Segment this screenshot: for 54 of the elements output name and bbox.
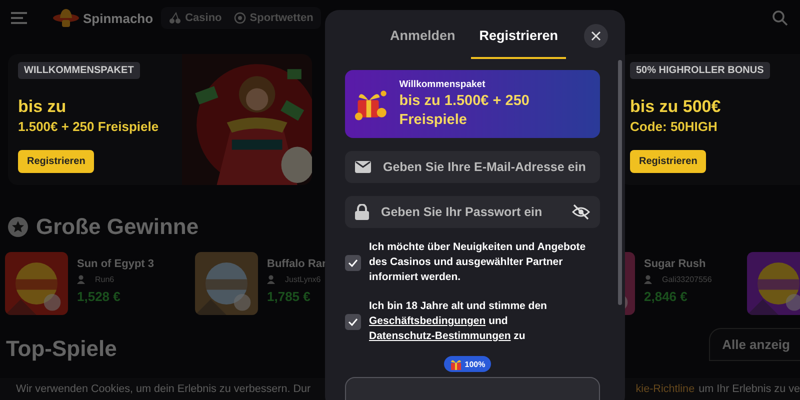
- section-heading: Top-Spiele: [6, 336, 117, 362]
- game-title: Buffalo Rar: [267, 258, 326, 270]
- text-input[interactable]: Geben Sie Ihr Passwort ein: [381, 205, 560, 219]
- checkmark-icon: [348, 318, 358, 326]
- menu-icon[interactable]: [11, 12, 27, 24]
- checkbox[interactable]: [345, 254, 361, 270]
- terms-link[interactable]: Geschäftsbedingungen: [369, 315, 486, 327]
- game-title: Sun of Egypt 3: [77, 258, 154, 270]
- tab[interactable]: Anmelden: [382, 24, 464, 59]
- terms-link[interactable]: Datenschutz-Bestimmungen: [369, 330, 511, 342]
- game-title: Sugar Rush: [644, 258, 707, 270]
- cookie-text: Wir verwenden Cookies, um dein Erlebnis zu verbessern. Dur: [16, 383, 311, 395]
- cherries-icon: [169, 12, 182, 24]
- search-icon[interactable]: [772, 10, 788, 26]
- player-name: Run6: [95, 275, 114, 284]
- scrollbar[interactable]: [618, 60, 622, 305]
- eye-slash-icon[interactable]: [572, 204, 590, 220]
- banner-label: Willkommenspaket: [399, 78, 486, 90]
- promo-title: bis zu 500€: [630, 97, 721, 117]
- close-icon: [591, 31, 601, 41]
- promo-badge: 50% HIGHROLLER BONUS: [630, 62, 770, 79]
- input-field[interactable]: Geben Sie Ihre E-Mail-Adresse ein: [345, 151, 600, 183]
- gift-icon: [450, 358, 462, 370]
- register-button[interactable]: Registrieren: [18, 150, 94, 173]
- user-icon: [267, 275, 275, 284]
- consent-text: Ich möchte über Neuigkeiten und Angebote des Casinos und ausgewählter Partner informiert werden.: [369, 240, 587, 285]
- register-button[interactable]: Registrieren: [630, 150, 706, 173]
- checkbox[interactable]: [345, 314, 361, 330]
- sombrero-icon: [53, 8, 79, 28]
- user-icon: [644, 275, 652, 284]
- progress-badge: 100%: [444, 356, 492, 372]
- lock-icon: [355, 204, 369, 220]
- input-field[interactable]: Geben Sie Ihr Passwort ein: [345, 196, 600, 228]
- cookie-text: um Ihr Erlebnis zu ve: [698, 383, 800, 395]
- banner-title: bis zu 1.500€ + 250 Freispiele: [399, 92, 530, 130]
- text-input[interactable]: Geben Sie Ihre E-Mail-Adresse ein: [383, 160, 590, 174]
- win-amount: 1,785 €: [267, 289, 312, 304]
- player-name: JustLynx6: [285, 275, 321, 284]
- promo-subtitle: 1.500€ + 250 Freispiele: [18, 119, 159, 134]
- tab[interactable]: Registrieren: [471, 24, 566, 59]
- checkmark-icon: [348, 258, 358, 266]
- section-heading: Große Gewinne: [36, 214, 199, 240]
- win-amount: 1,528 €: [77, 289, 122, 304]
- promo-title: bis zu: [18, 97, 66, 117]
- player-name: Gali33207556: [662, 275, 712, 284]
- ball-icon: [234, 12, 246, 24]
- promo-subtitle: Code: 50HIGH: [630, 119, 718, 134]
- user-icon: [77, 275, 85, 284]
- win-amount: 2,846 €: [644, 289, 688, 304]
- logo-text[interactable]: Spinmacho: [83, 10, 154, 26]
- consent-text: Ich bin 18 Jahre alt und stimme den Geschäftsbedingungen und Datenschutz-Bestimmungen zu: [369, 299, 548, 344]
- promo-badge: WILLKOMMENSPAKET: [18, 62, 140, 79]
- envelope-icon: [355, 161, 371, 173]
- close-button[interactable]: [584, 24, 608, 48]
